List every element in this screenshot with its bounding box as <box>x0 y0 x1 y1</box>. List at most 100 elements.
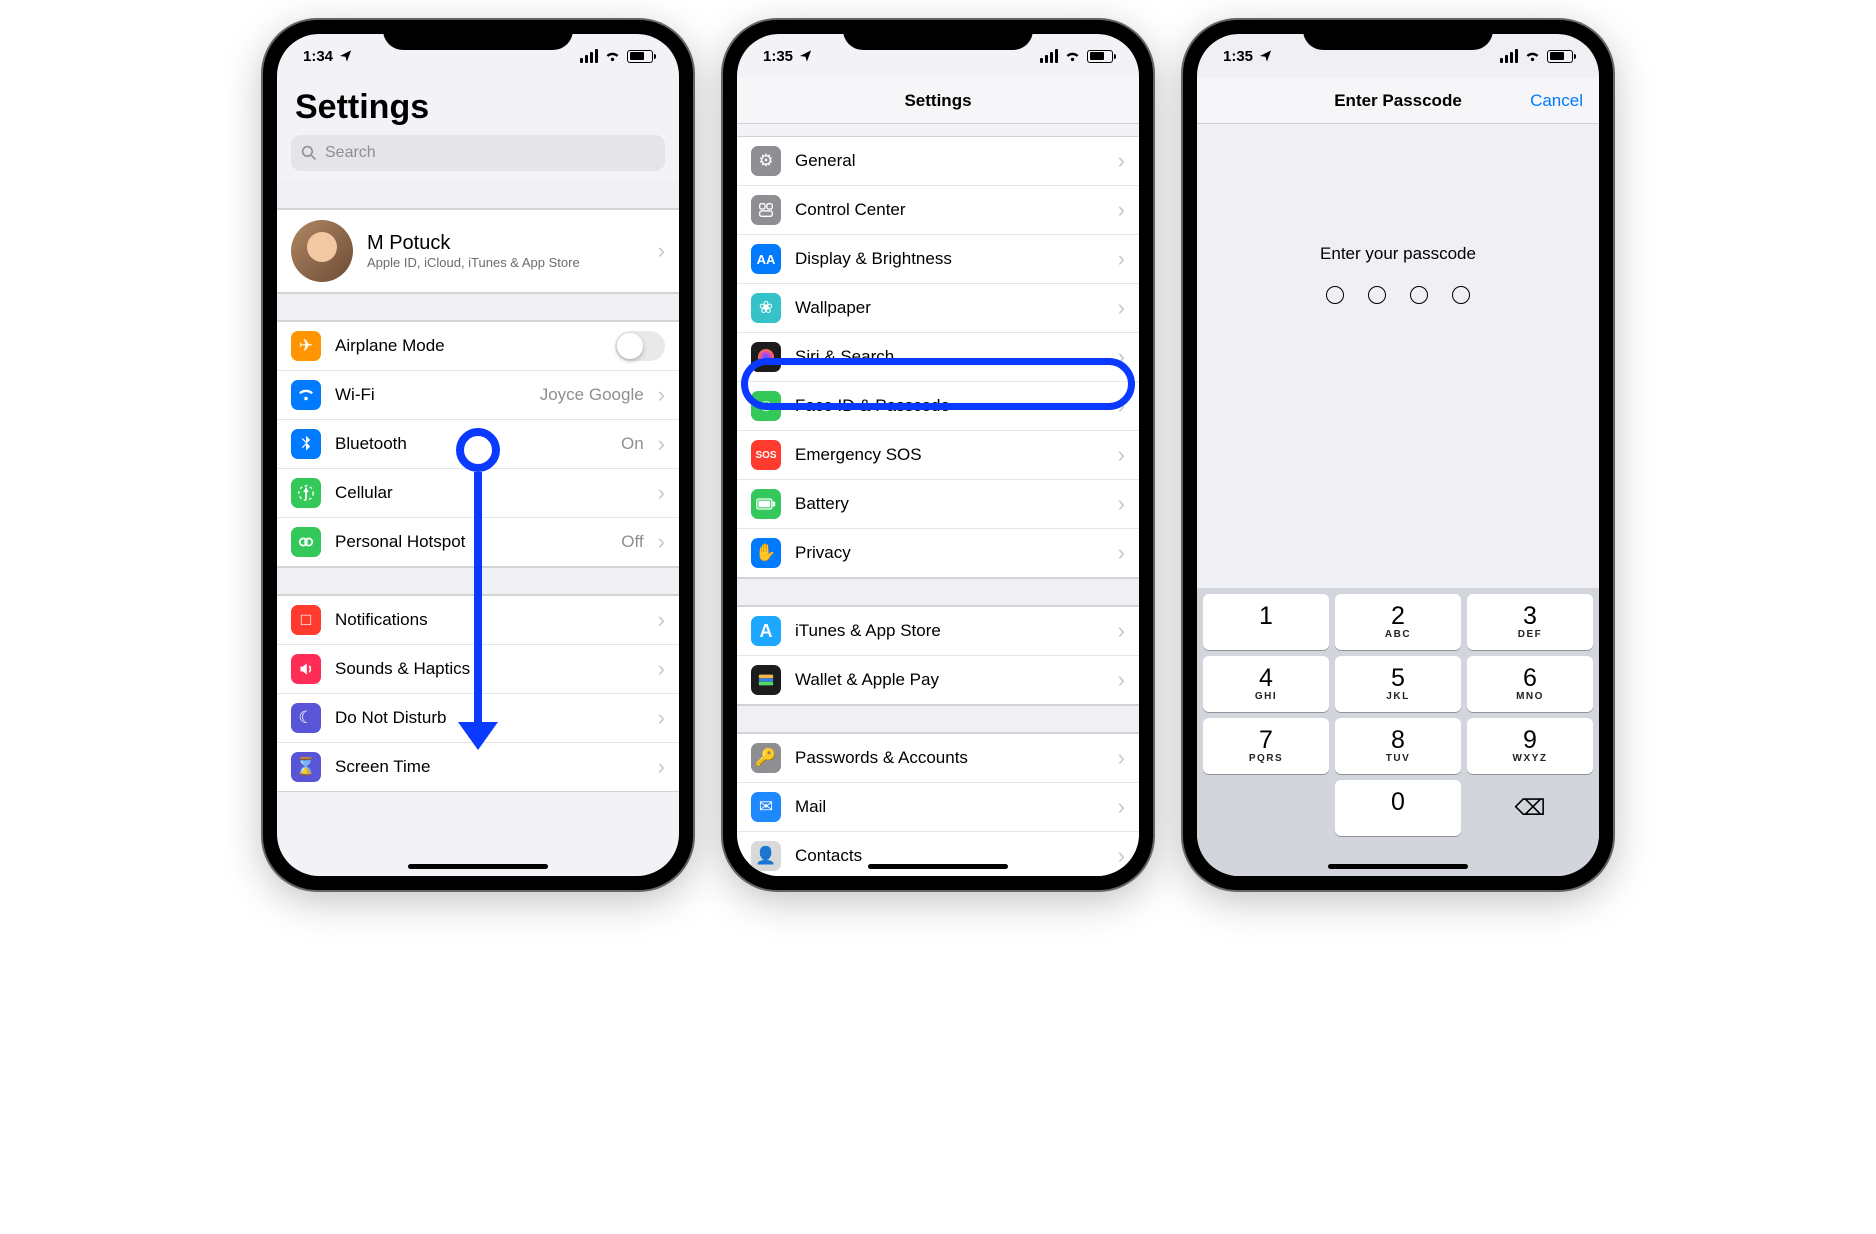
wifi-icon <box>291 380 321 410</box>
siri-icon <box>751 342 781 372</box>
chevron-icon: › <box>1118 246 1125 272</box>
cancel-button[interactable]: Cancel <box>1530 91 1583 111</box>
key-7[interactable]: 7PQRS <box>1203 718 1329 774</box>
battery-icon <box>751 489 781 519</box>
settings-row-faceid[interactable]: ☺Face ID & Passcode› <box>737 382 1139 431</box>
chevron-icon: › <box>1118 148 1125 174</box>
nav-bar: Enter Passcode Cancel <box>1197 78 1599 124</box>
notch <box>383 20 573 50</box>
key-2[interactable]: 2ABC <box>1335 594 1461 650</box>
settings-row-display[interactable]: AA Display & Brightness › <box>737 235 1139 284</box>
row-label: Face ID & Passcode <box>795 396 1104 416</box>
key-8[interactable]: 8TUV <box>1335 718 1461 774</box>
settings-row-itunes[interactable]: AiTunes & App Store› <box>737 607 1139 656</box>
row-label: Battery <box>795 494 1104 514</box>
row-label: Privacy <box>795 543 1104 563</box>
display-icon: AA <box>751 244 781 274</box>
home-indicator[interactable] <box>868 864 1008 869</box>
chevron-icon: › <box>1118 393 1125 419</box>
chevron-icon: › <box>1118 295 1125 321</box>
key-5[interactable]: 5JKL <box>1335 656 1461 712</box>
cellular-icon <box>291 478 321 508</box>
key-digit: 1 <box>1259 604 1273 629</box>
passcode-dot <box>1410 286 1428 304</box>
settings-row-mail[interactable]: ✉Mail› <box>737 783 1139 832</box>
row-label: Control Center <box>795 200 1104 220</box>
key-letters: WXYZ <box>1513 753 1548 764</box>
backspace-icon: ⌫ <box>1514 795 1545 821</box>
signal-icon <box>1500 49 1518 63</box>
home-indicator[interactable] <box>1328 864 1468 869</box>
row-label: Display & Brightness <box>795 249 1104 269</box>
settings-row-cc[interactable]: Control Center › <box>737 186 1139 235</box>
key-3[interactable]: 3DEF <box>1467 594 1593 650</box>
settings-row-wifi[interactable]: Wi-FiJoyce Google› <box>277 371 679 420</box>
battery-icon <box>627 50 653 63</box>
settings-row-general[interactable]: ⚙General› <box>737 137 1139 186</box>
number-keypad: 1 2ABC3DEF4GHI5JKL6MNO7PQRS8TUV9WXYZ0 ⌫ <box>1197 588 1599 876</box>
chevron-icon: › <box>658 431 665 457</box>
profile-row[interactable]: M Potuck Apple ID, iCloud, iTunes & App … <box>277 209 679 293</box>
sounds-icon <box>291 654 321 684</box>
search-icon <box>301 145 317 161</box>
chevron-icon: › <box>1118 442 1125 468</box>
settings-row-privacy[interactable]: ✋Privacy› <box>737 529 1139 578</box>
chevron-icon: › <box>1118 667 1125 693</box>
key-0[interactable]: 0 <box>1335 780 1461 836</box>
general-icon: ⚙ <box>751 146 781 176</box>
key-digit: 9 <box>1523 728 1537 753</box>
settings-row-airplane[interactable]: ✈ Airplane Mode <box>277 322 679 371</box>
search-input[interactable]: Search <box>291 135 665 171</box>
bluetooth-icon <box>291 429 321 459</box>
settings-row-siri[interactable]: Siri & Search› <box>737 333 1139 382</box>
settings-row-passwords[interactable]: 🔑Passwords & Accounts› <box>737 734 1139 783</box>
key-digit: 8 <box>1391 728 1405 753</box>
dnd-icon: ☾ <box>291 703 321 733</box>
key-4[interactable]: 4GHI <box>1203 656 1329 712</box>
privacy-icon: ✋ <box>751 538 781 568</box>
row-label: Airplane Mode <box>335 336 601 356</box>
row-label: iTunes & App Store <box>795 621 1104 641</box>
settings-row-contacts[interactable]: 👤Contacts› <box>737 832 1139 876</box>
section-gap <box>737 578 1139 606</box>
chevron-icon: › <box>658 656 665 682</box>
avatar <box>291 220 353 282</box>
settings-row-wallpaper[interactable]: ❀ Wallpaper › <box>737 284 1139 333</box>
row-label: Siri & Search <box>795 347 1104 367</box>
cc-icon <box>751 195 781 225</box>
delete-key[interactable]: ⌫ <box>1467 780 1593 836</box>
key-9[interactable]: 9WXYZ <box>1467 718 1593 774</box>
wallpaper-icon: ❀ <box>751 293 781 323</box>
row-label: Wallet & Apple Pay <box>795 670 1104 690</box>
settings-row-battery[interactable]: Battery › <box>737 480 1139 529</box>
chevron-icon: › <box>658 529 665 555</box>
chevron-icon: › <box>1118 197 1125 223</box>
section-gap <box>277 293 679 321</box>
toggle-airplane[interactable] <box>615 331 665 361</box>
status-time: 1:35 <box>1223 48 1253 65</box>
mail-icon: ✉ <box>751 792 781 822</box>
profile-name: M Potuck <box>367 232 580 255</box>
wifi-icon <box>1524 49 1541 63</box>
settings-row-wallet[interactable]: Wallet & Apple Pay › <box>737 656 1139 705</box>
settings-row-screentime[interactable]: ⌛Screen Time› <box>277 743 679 792</box>
wifi-icon <box>1064 49 1081 63</box>
chevron-icon: › <box>658 238 665 264</box>
chevron-icon: › <box>658 607 665 633</box>
key-6[interactable]: 6MNO <box>1467 656 1593 712</box>
home-indicator[interactable] <box>408 864 548 869</box>
airplane-icon: ✈ <box>291 331 321 361</box>
signal-icon <box>1040 49 1058 63</box>
key-digit: 4 <box>1259 666 1273 691</box>
key-letters: ABC <box>1385 629 1411 640</box>
signal-icon <box>580 49 598 63</box>
row-value: Joyce Google <box>540 385 644 405</box>
battery-icon <box>1547 50 1573 63</box>
notif-icon: □ <box>291 605 321 635</box>
chevron-icon: › <box>1118 491 1125 517</box>
chevron-icon: › <box>1118 794 1125 820</box>
section-gap <box>277 181 679 209</box>
row-label: Wallpaper <box>795 298 1104 318</box>
settings-row-sos[interactable]: SOSEmergency SOS› <box>737 431 1139 480</box>
key-1[interactable]: 1 <box>1203 594 1329 650</box>
